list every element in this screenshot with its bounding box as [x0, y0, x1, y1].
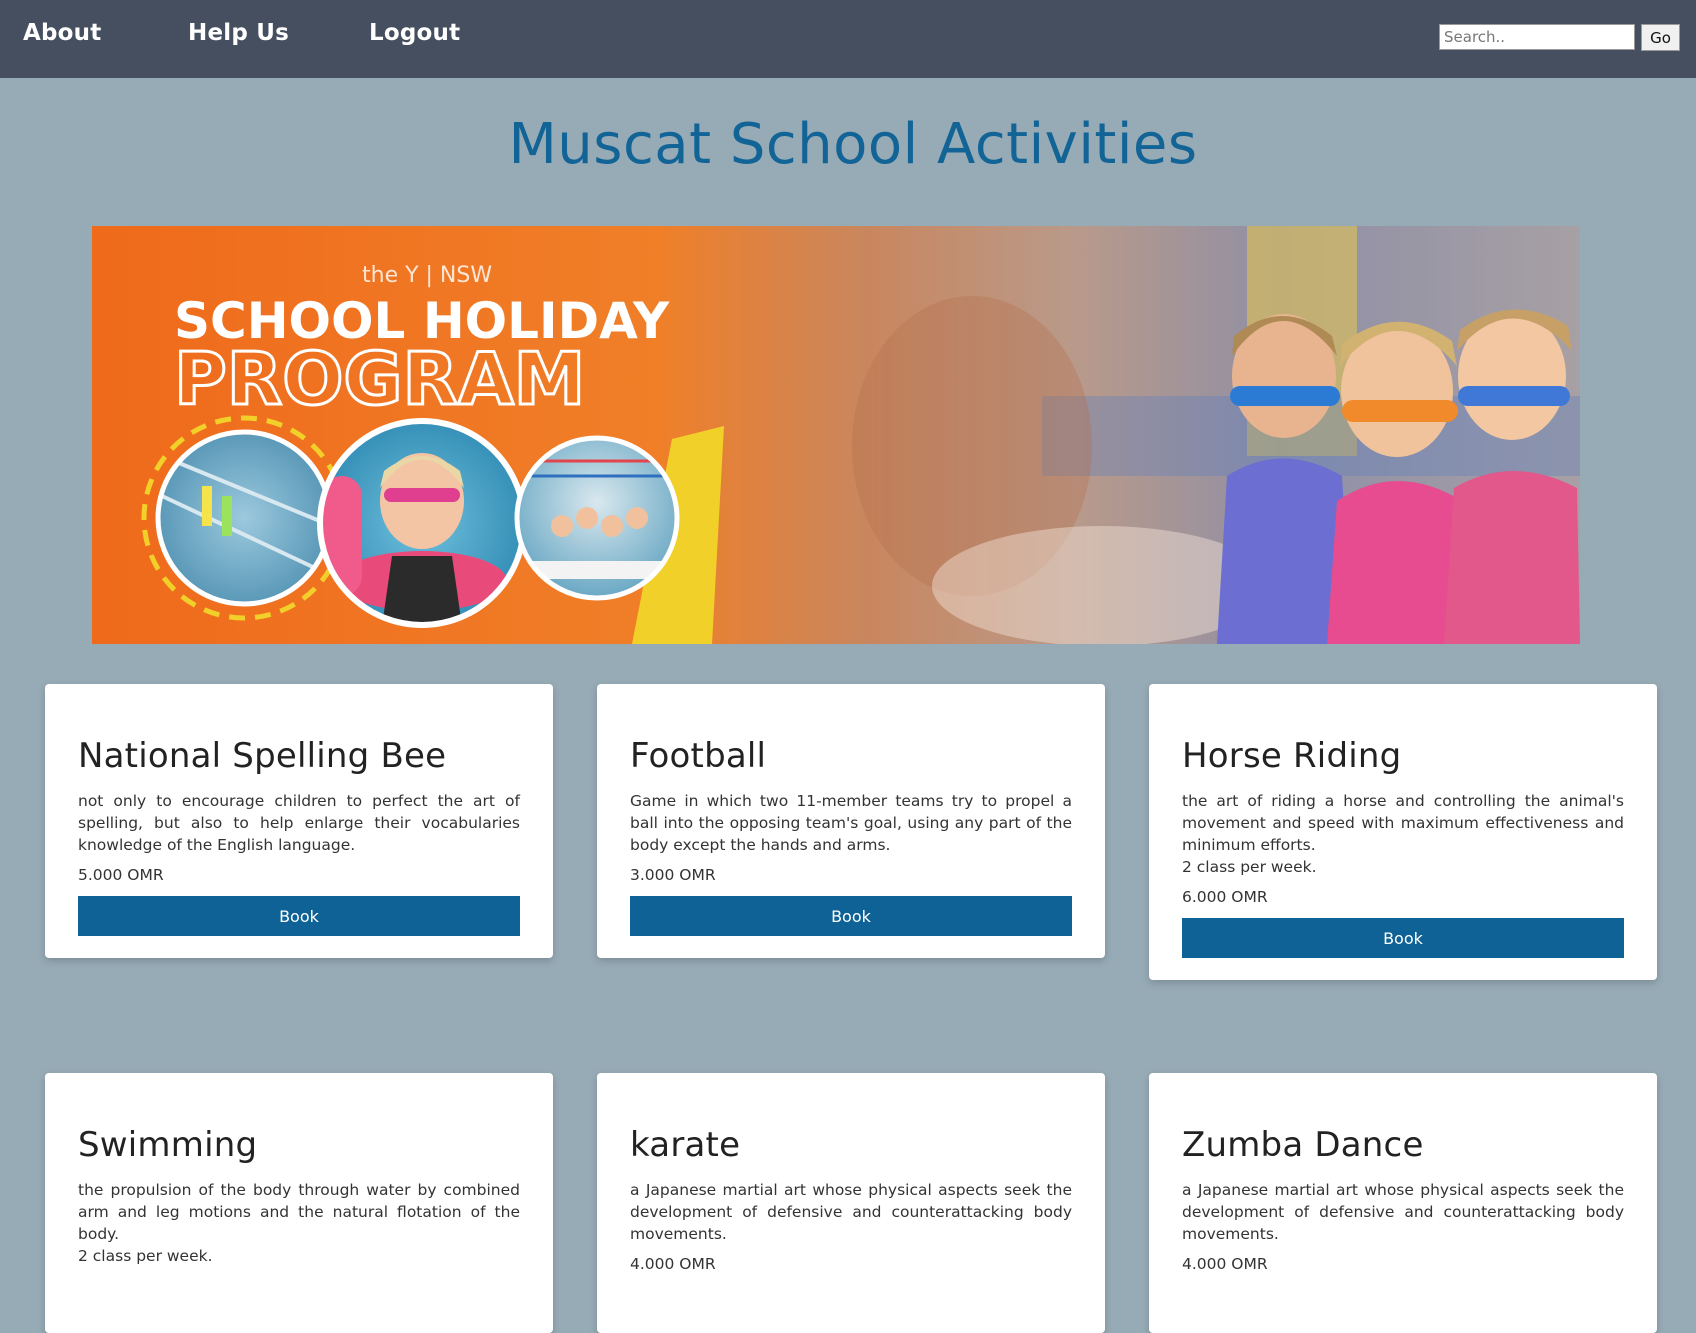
activity-description: not only to encourage children to perfec…: [78, 792, 520, 854]
banner-image: the Y | NSW SCHOOL HOLIDAY PROGRAM: [92, 226, 1580, 644]
activity-card: Zumba Dance a Japanese martial art whose…: [1149, 1073, 1657, 1333]
search-input[interactable]: [1439, 24, 1635, 50]
nav-help-link[interactable]: Help Us: [188, 20, 289, 46]
book-button[interactable]: Book: [1182, 918, 1624, 958]
activity-price: 5.000 OMR: [78, 866, 164, 884]
search-go-button[interactable]: Go: [1641, 24, 1680, 51]
activity-title: Football: [630, 736, 767, 776]
photo-circle-group: [514, 435, 680, 601]
activity-description: the art of riding a horse and controllin…: [1182, 792, 1624, 854]
book-button[interactable]: Book: [78, 896, 520, 936]
activity-title: Zumba Dance: [1182, 1125, 1424, 1165]
activity-card: Horse Riding the art of riding a horse a…: [1149, 684, 1657, 980]
activity-title: karate: [630, 1125, 741, 1165]
activity-schedule: 2 class per week.: [1182, 858, 1317, 876]
activity-description: a Japanese martial art whose physical as…: [630, 1181, 1072, 1243]
activity-card: Football Game in which two 11-member tea…: [597, 684, 1105, 958]
activity-price: 6.000 OMR: [1182, 888, 1268, 906]
activity-schedule: 2 class per week.: [78, 1247, 213, 1265]
activity-price: 4.000 OMR: [630, 1255, 716, 1273]
activity-price: 3.000 OMR: [630, 866, 716, 884]
photo-circle-pool: [155, 429, 333, 607]
banner-org-text: the Y | NSW: [362, 263, 492, 288]
activity-title: National Spelling Bee: [78, 736, 447, 776]
book-button[interactable]: Book: [630, 896, 1072, 936]
activity-title: Swimming: [78, 1125, 258, 1165]
activity-card: Swimming the propulsion of the body thro…: [45, 1073, 553, 1333]
nav-logout-link[interactable]: Logout: [369, 20, 460, 46]
activity-card: National Spelling Bee not only to encour…: [45, 684, 553, 958]
activity-description: Game in which two 11-member teams try to…: [630, 792, 1072, 854]
page-title: Muscat School Activities: [508, 112, 1198, 177]
top-navbar: About Help Us Logout Go: [0, 0, 1696, 78]
activity-card: karate a Japanese martial art whose phys…: [597, 1073, 1105, 1333]
photo-circle-child: [317, 418, 527, 628]
banner-line2-text: PROGRAM: [174, 337, 585, 421]
activity-price: 4.000 OMR: [1182, 1255, 1268, 1273]
nav-about-link[interactable]: About: [23, 20, 101, 46]
activity-title: Horse Riding: [1182, 736, 1402, 776]
activity-description: the propulsion of the body through water…: [78, 1181, 520, 1243]
activity-description: a Japanese martial art whose physical as…: [1182, 1181, 1624, 1243]
